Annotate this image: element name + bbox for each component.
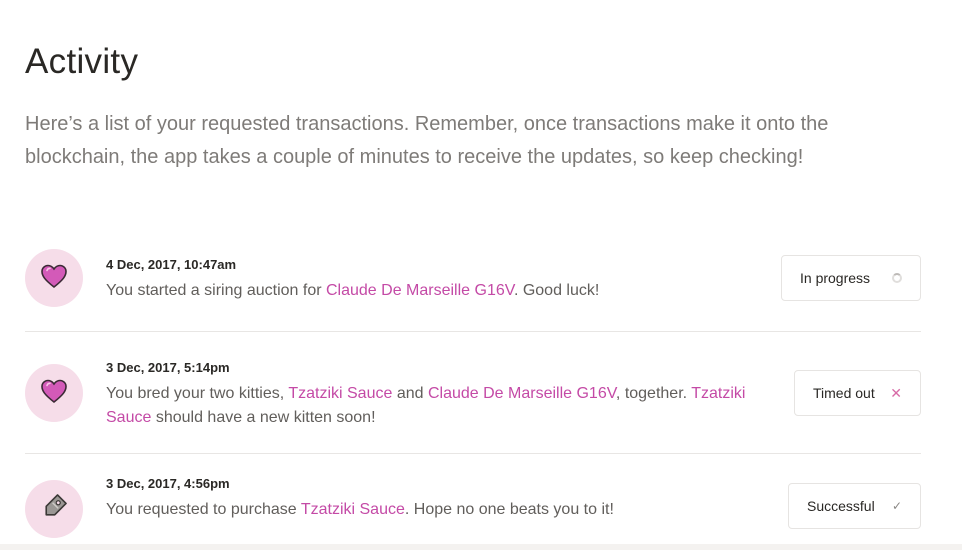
activity-avatar [25, 480, 83, 538]
activity-timestamp: 3 Dec, 2017, 5:14pm [106, 360, 230, 375]
kitty-link[interactable]: Claude De Marseille G16V [326, 282, 514, 299]
kitty-link[interactable]: Tzatziki Sauce [301, 501, 405, 518]
page-intro: Here’s a list of your requested transact… [25, 113, 829, 168]
heart-icon [40, 263, 68, 294]
status-badge: In progress [781, 255, 921, 301]
activity-timestamp: 4 Dec, 2017, 10:47am [106, 257, 237, 272]
status-label: Successful [807, 498, 875, 514]
activity-entry: 3 Dec, 2017, 4:56pm You requested to pur… [106, 476, 766, 522]
message-text: and [392, 385, 428, 402]
activity-avatar [25, 249, 83, 307]
activity-item: 4 Dec, 2017, 10:47am You started a sirin… [25, 232, 921, 332]
activity-timestamp: 3 Dec, 2017, 4:56pm [106, 476, 230, 491]
check-icon: ✓ [891, 499, 902, 513]
bottom-edge [0, 544, 962, 550]
kitty-link[interactable]: Tzatziki Sauce [288, 385, 392, 402]
message-text: , together. [615, 385, 692, 402]
activity-message: You bred your two kitties, Tzatziki Sauc… [106, 382, 766, 430]
activity-message: You started a siring auction for Claude … [106, 279, 766, 303]
kitty-link[interactable]: Claude De Marseille G16V [428, 385, 616, 402]
heart-icon [40, 378, 68, 409]
message-text: You requested to purchase [106, 501, 301, 518]
message-text: should have a new kitten soon! [151, 409, 376, 426]
message-text: You bred your two kitties, [106, 385, 289, 402]
activity-entry: 4 Dec, 2017, 10:47am You started a sirin… [106, 257, 766, 303]
page-title: Activity [25, 42, 139, 81]
spinner-icon [892, 273, 902, 283]
activity-avatar [25, 364, 83, 422]
activity-message: You requested to purchase Tzatziki Sauce… [106, 498, 766, 522]
x-icon: ✕ [890, 384, 902, 401]
status-label: Timed out [813, 385, 875, 401]
status-badge: Successful ✓ [788, 483, 921, 529]
message-text: You started a siring auction for [106, 282, 326, 299]
status-label: In progress [800, 270, 871, 286]
status-badge: Timed out ✕ [794, 370, 921, 416]
price-tag-icon [39, 492, 69, 527]
activity-item: 3 Dec, 2017, 4:56pm You requested to pur… [25, 454, 921, 550]
activity-list: 4 Dec, 2017, 10:47am You started a sirin… [25, 232, 921, 550]
activity-entry: 3 Dec, 2017, 5:14pm You bred your two ki… [106, 360, 766, 430]
activity-item: 3 Dec, 2017, 5:14pm You bred your two ki… [25, 332, 921, 454]
message-text: . Hope no one beats you to it! [404, 501, 614, 518]
message-text: . Good luck! [513, 282, 600, 299]
